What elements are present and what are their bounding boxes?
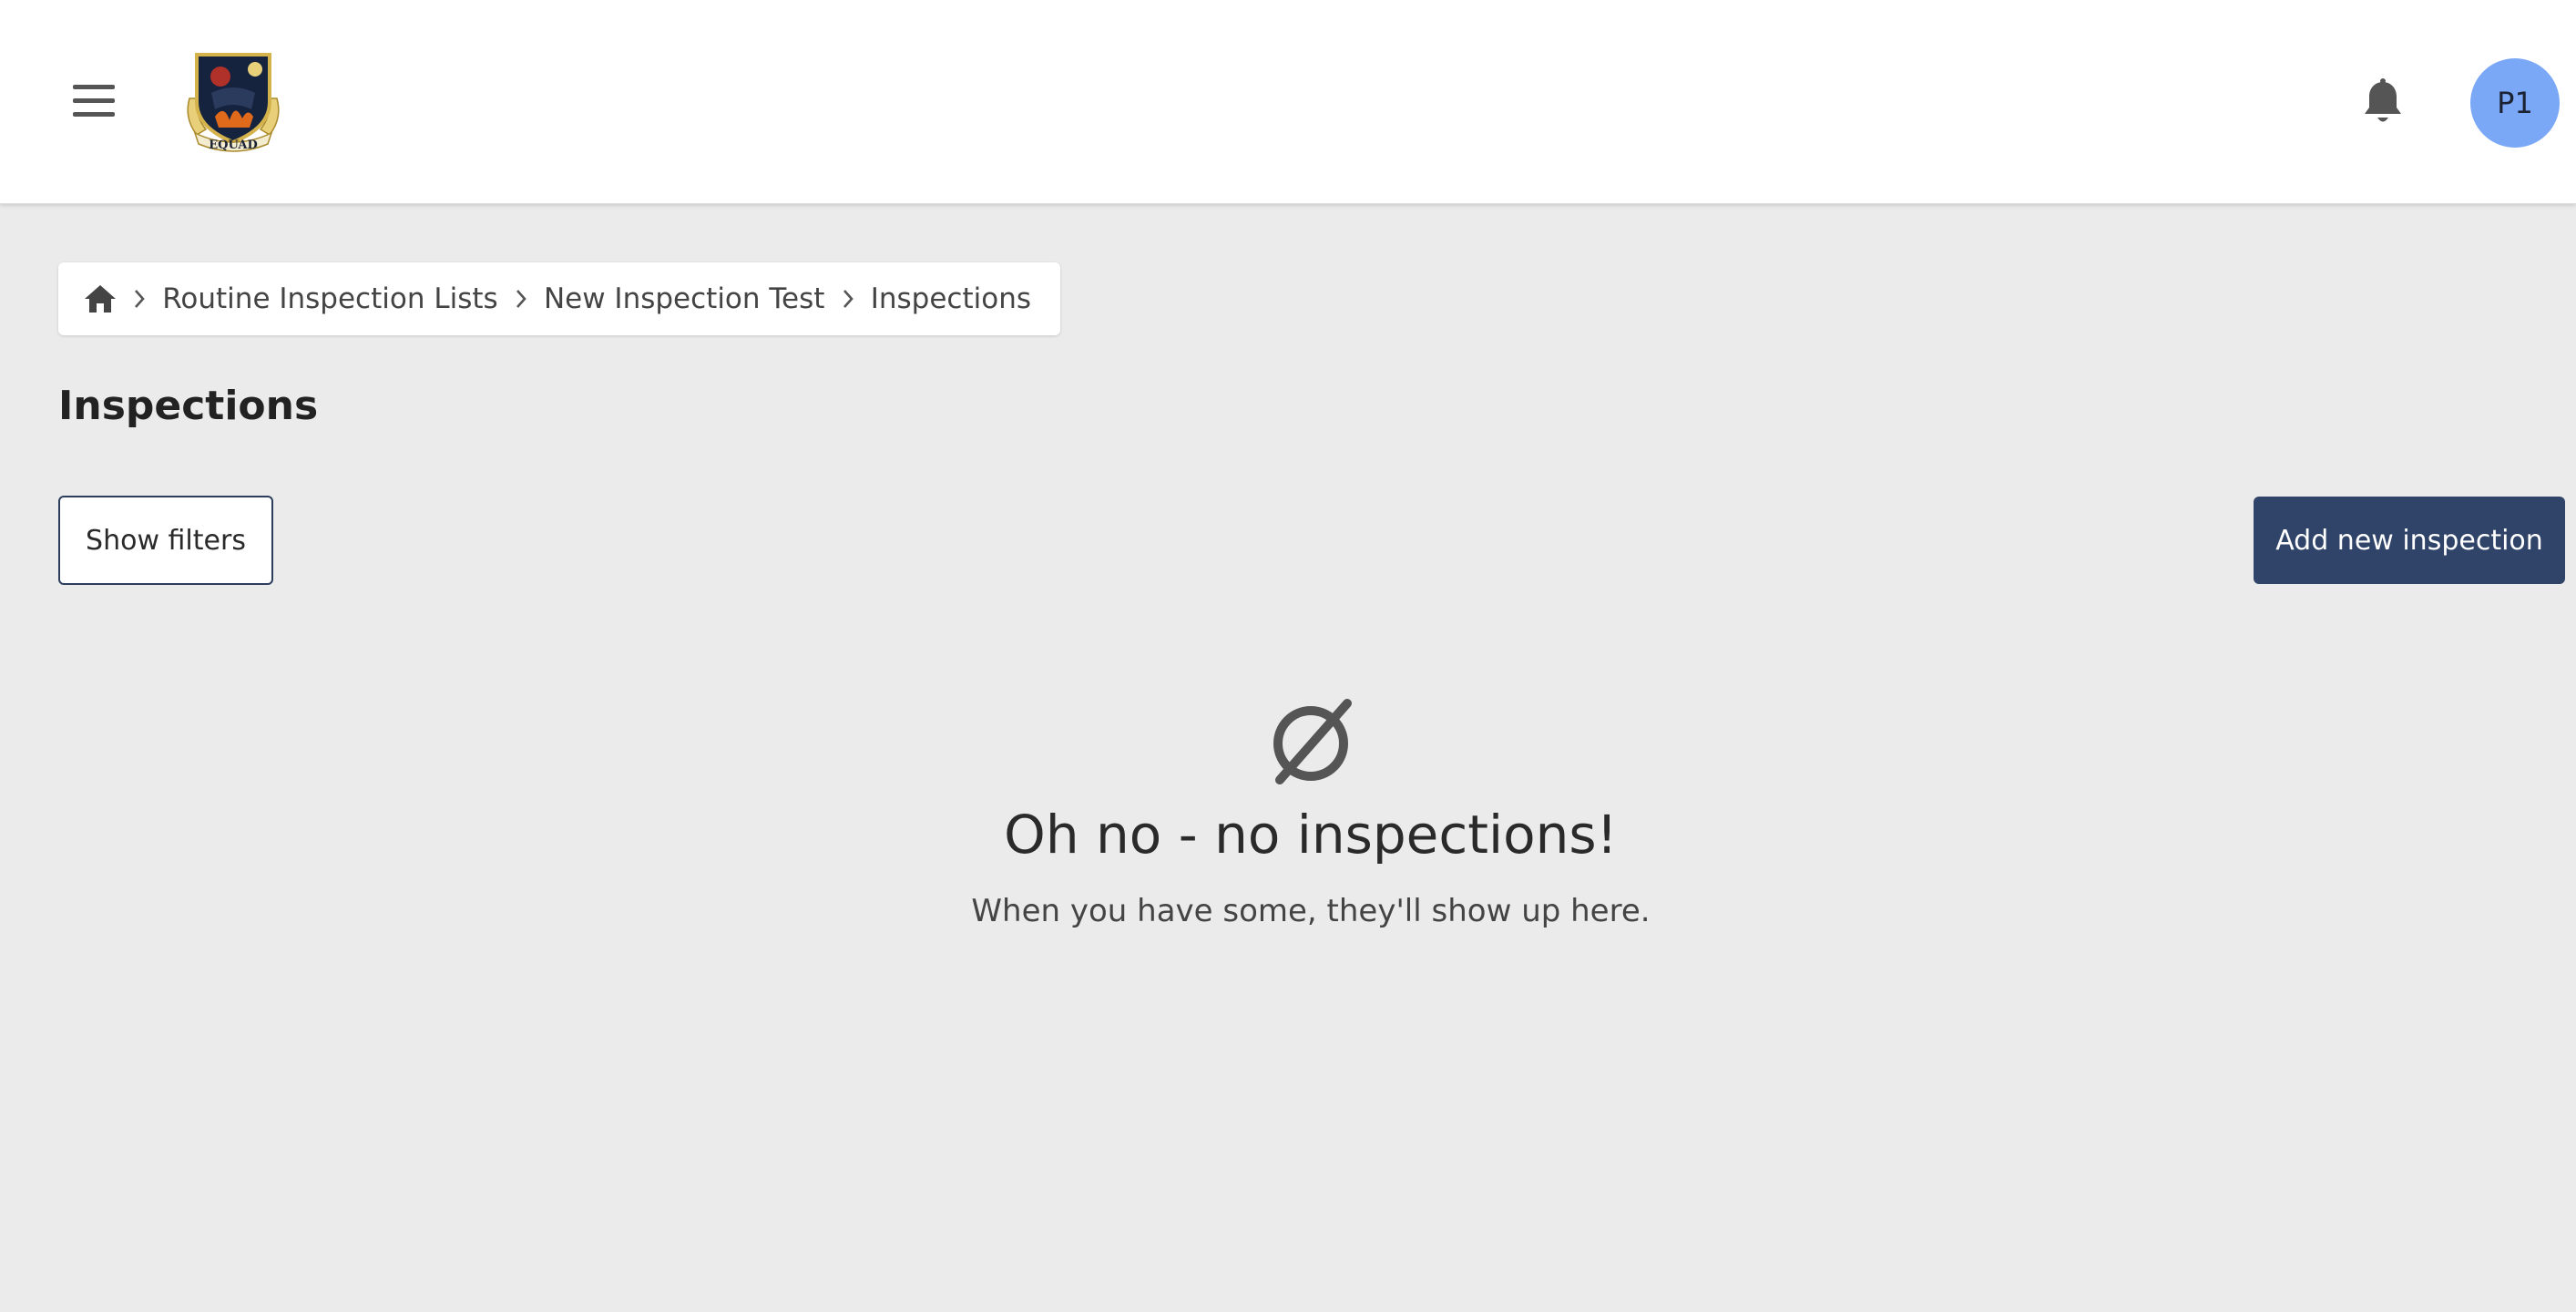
equad-crest-logo: EQUAD	[187, 53, 280, 152]
show-filters-button[interactable]: Show filters	[58, 496, 273, 585]
top-bar: EQUAD P1	[0, 0, 2576, 204]
breadcrumb-inspections: Inspections	[870, 282, 1031, 315]
hamburger-menu-icon[interactable]	[66, 73, 122, 129]
empty-set-icon	[1265, 696, 1356, 787]
notifications-bell-icon[interactable]	[2356, 73, 2410, 131]
empty-state-title: Oh no - no inspections!	[1004, 804, 1618, 866]
empty-state-subtitle: When you have some, they'll show up here…	[971, 893, 1651, 929]
chevron-right-icon	[117, 289, 162, 309]
empty-state: Oh no - no inspections! When you have so…	[0, 696, 2576, 929]
breadcrumb-new-inspection-test[interactable]: New Inspection Test	[544, 282, 825, 315]
user-avatar[interactable]: P1	[2470, 58, 2560, 148]
breadcrumb: Routine Inspection Lists New Inspection …	[58, 262, 1060, 335]
breadcrumb-routine-inspection-lists[interactable]: Routine Inspection Lists	[162, 282, 497, 315]
page-title: Inspections	[58, 383, 319, 429]
add-new-inspection-button[interactable]: Add new inspection	[2254, 497, 2565, 584]
avatar-initials: P1	[2497, 86, 2533, 120]
chevron-right-icon	[824, 289, 870, 309]
home-icon[interactable]	[84, 281, 117, 317]
equad-logo[interactable]: EQUAD	[179, 46, 288, 155]
svg-text:EQUAD: EQUAD	[209, 138, 258, 152]
chevron-right-icon	[498, 289, 544, 309]
